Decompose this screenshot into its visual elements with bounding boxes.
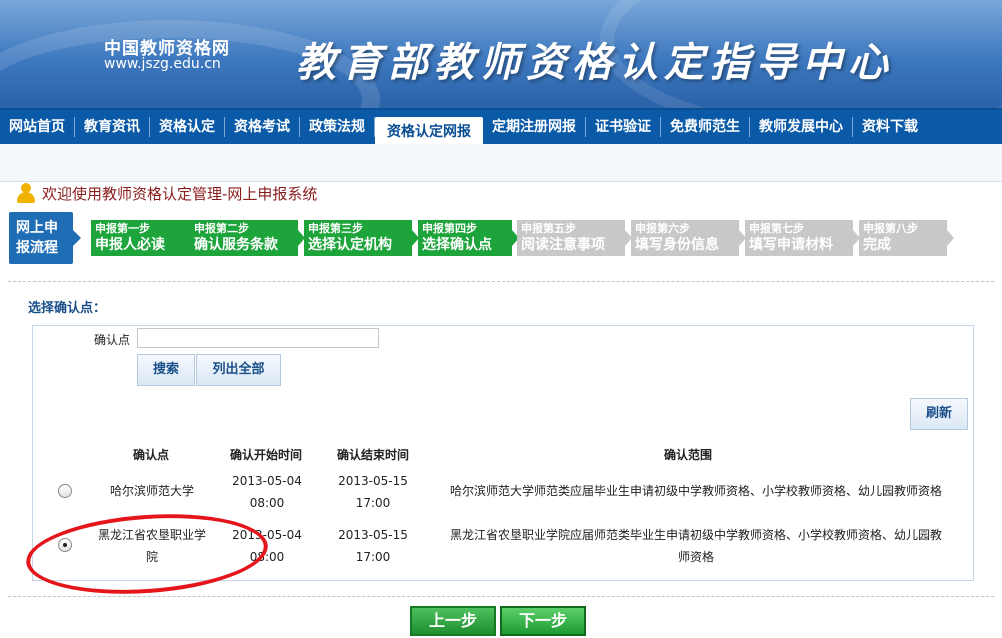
step-name: 填写身份信息 — [635, 237, 719, 253]
prev-step-button[interactable]: 上一步 — [410, 606, 496, 636]
flow-label-line: 报流程 — [16, 240, 58, 256]
confirmation-point-input[interactable] — [137, 328, 379, 348]
step-number: 申报第七步 — [749, 222, 804, 235]
step-6: 申报第六步 填写身份信息 — [631, 220, 746, 256]
sub-nav-bar — [0, 144, 1002, 182]
step-5: 申报第五步 阅读注意事项 — [517, 220, 632, 256]
nav-item-home[interactable]: 网站首页 — [0, 117, 75, 137]
row-2-scope: 师资格 — [677, 550, 714, 564]
step-number: 申报第二步 — [194, 222, 249, 235]
welcome-text: 欢迎使用教师资格认定管理-网上申报系统 — [42, 184, 318, 203]
flow-label: 网上申 报流程 — [9, 212, 81, 264]
step-number: 申报第五步 — [521, 222, 576, 235]
step-name: 申报人必读 — [95, 237, 165, 253]
step-number: 申报第三步 — [308, 222, 363, 235]
row-2-end-time: 17:00 — [355, 550, 391, 564]
row-1-end-date: 2013-05-15 — [338, 474, 408, 488]
step-name: 选择认定机构 — [308, 237, 392, 253]
nav-item-news[interactable]: 教育资讯 — [75, 117, 150, 137]
nav-item-free-normal-students[interactable]: 免费师范生 — [661, 117, 750, 137]
nav-item-exam[interactable]: 资格考试 — [225, 117, 300, 137]
col-header-scope: 确认范围 — [663, 448, 712, 462]
row-1-scope: 哈尔滨师范大学师范类应届毕业生申请初级中学教师资格、小学校教师资格、幼儿园教师资… — [449, 484, 942, 498]
header-banner: 中国教师资格网 www.jszg.edu.cn 教育部教师资格认定指导中心 — [0, 0, 1002, 108]
row-radio-1[interactable] — [58, 484, 72, 498]
banner-title: 教育部教师资格认定指导中心 — [296, 39, 894, 86]
nav-item-downloads[interactable]: 资料下载 — [853, 117, 927, 137]
row-1-start-time: 08:00 — [249, 496, 285, 510]
next-step-button[interactable]: 下一步 — [500, 606, 586, 636]
step-name: 阅读注意事项 — [521, 237, 605, 253]
step-7: 申报第七步 填写申请材料 — [745, 220, 860, 256]
flow-label-line: 网上申 — [16, 220, 58, 236]
col-header-point: 确认点 — [132, 448, 169, 462]
step-8: 申报第八步 完成 — [859, 220, 954, 256]
section-title: 选择确认点： — [28, 301, 107, 316]
refresh-button[interactable]: 刷新 — [910, 398, 968, 430]
step-number: 申报第八步 — [863, 222, 918, 235]
step-3: 申报第三步 选择认定机构 — [304, 220, 419, 256]
step-number: 申报第四步 — [422, 222, 477, 235]
main-nav: 网站首页 教育资讯 资格认定 资格考试 政策法规 资格认定网报 定期注册网报 证… — [0, 108, 1002, 145]
site-logo-url[interactable]: www.jszg.edu.cn — [104, 56, 221, 72]
row-1-name: 哈尔滨师范大学 — [109, 484, 194, 498]
nav-item-certificate-verify[interactable]: 证书验证 — [586, 117, 661, 137]
welcome-banner: 欢迎使用教师资格认定管理-网上申报系统 — [14, 182, 317, 204]
nav-item-registration[interactable]: 定期注册网报 — [483, 117, 586, 137]
row-1-start-date: 2013-05-04 — [232, 474, 302, 488]
step-4: 申报第四步 选择确认点 — [418, 220, 519, 256]
row-1-end-time: 17:00 — [355, 496, 391, 510]
step-number: 申报第六步 — [635, 222, 690, 235]
step-name: 完成 — [863, 237, 891, 253]
step-name: 确认服务条款 — [194, 237, 278, 253]
nav-item-teacher-development[interactable]: 教师发展中心 — [750, 117, 853, 137]
divider — [8, 281, 994, 282]
search-button[interactable]: 搜索 — [137, 354, 195, 386]
col-header-start: 确认开始时间 — [229, 448, 302, 462]
step-1: 申报第一步 申报人必读 — [91, 220, 208, 256]
step-name: 选择确认点 — [422, 237, 492, 253]
step-name: 填写申请材料 — [749, 237, 833, 253]
user-icon — [14, 182, 38, 204]
col-header-end: 确认结束时间 — [336, 448, 409, 462]
list-all-button[interactable]: 列出全部 — [196, 354, 281, 386]
step-2: 申报第二步 确认服务条款 — [190, 220, 305, 256]
nav-item-certification[interactable]: 资格认定 — [150, 117, 225, 137]
step-number: 申报第一步 — [95, 222, 150, 235]
nav-item-online-application[interactable]: 资格认定网报 — [375, 117, 483, 145]
row-2-scope: 黑龙江省农垦职业学院应届师范类毕业生申请初级中学教师资格、小学校教师资格、幼儿园… — [449, 528, 942, 542]
row-2-end-date: 2013-05-15 — [338, 528, 408, 542]
confirmation-point-label: 确认点 — [94, 333, 131, 347]
nav-item-policy[interactable]: 政策法规 — [300, 117, 375, 137]
divider — [8, 596, 994, 597]
